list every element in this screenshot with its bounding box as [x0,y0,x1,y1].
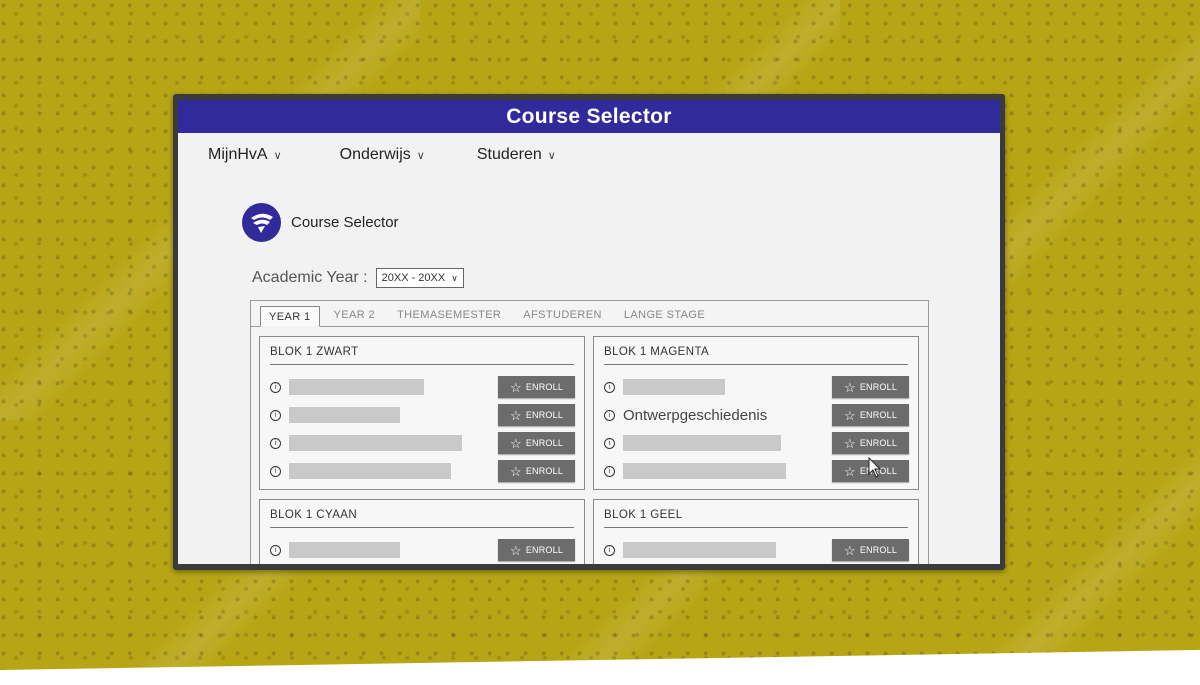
blok-title: BLOK 1 CYAAN [270,509,574,528]
monitor-frame: Course Selector MijnHvA ∨ Onderwijs ∨ St… [173,94,1005,570]
academic-year-select[interactable]: 20XX - 20XX ∨ [375,268,464,288]
mouse-pointer-icon [868,457,882,478]
chevron-down-icon: ∨ [273,149,282,162]
enroll-button[interactable]: ☆ ENROLL [498,404,575,426]
course-row: i ☆ ENROLL [270,376,575,398]
year-tabs: YEAR 1 YEAR 2 THEMASEMESTER AFSTUDEREN L… [251,301,928,327]
tab-afstuderen[interactable]: AFSTUDEREN [515,305,610,326]
nav-item-label: Onderwijs [339,146,411,163]
star-icon: ☆ [843,379,856,395]
blok-card-geel: BLOK 1 GEEL i ☆ ENROLL [593,499,919,564]
course-name-placeholder [289,379,424,395]
star-icon: ☆ [843,407,856,423]
info-icon[interactable]: i [270,465,281,477]
blok-title: BLOK 1 ZWART [270,346,574,365]
course-name-placeholder [623,542,776,558]
course-name-placeholder [289,542,400,558]
blok-card-zwart: BLOK 1 ZWART i ☆ ENROLL i ☆ ENROLL i ☆ ENRO… [259,336,585,490]
enroll-button[interactable]: ☆ ENROLL [498,432,575,454]
enroll-label: ENROLL [525,410,564,420]
blok-title: BLOK 1 MAGENTA [604,346,908,365]
info-icon[interactable]: i [604,465,615,477]
enroll-label: ENROLL [525,382,564,392]
chevron-down-icon: ∨ [547,149,556,162]
nav-item-studeren[interactable]: Studeren ∨ [477,146,556,164]
course-name-placeholder [623,379,725,395]
enroll-button[interactable]: ☆ ENROLL [498,460,575,482]
brand-header: Course Selector [242,203,399,242]
tab-lange-stage[interactable]: LANGE STAGE [616,305,713,326]
course-row: i ☆ ENROLL [604,539,909,561]
enroll-label: ENROLL [525,438,564,448]
course-name-placeholder [289,435,462,451]
tab-year-2[interactable]: YEAR 2 [326,305,384,326]
enroll-label: ENROLL [859,438,898,448]
info-icon[interactable]: i [270,437,281,449]
course-name-placeholder [623,435,781,451]
window-title: Course Selector [506,104,672,128]
enroll-button[interactable]: ☆ ENROLL [498,376,575,398]
info-icon[interactable]: i [270,381,281,393]
enroll-label: ENROLL [859,382,898,392]
enroll-label: ENROLL [525,545,564,555]
nav-item-label: MijnHvA [208,146,268,163]
star-icon: ☆ [509,463,522,479]
info-icon[interactable]: i [604,437,615,449]
course-row: i ☆ ENROLL [270,404,575,426]
academic-year-value: 20XX - 20XX [381,272,446,284]
course-name[interactable]: Ontwerpgeschiedenis [623,407,767,424]
star-icon: ☆ [509,379,522,395]
enroll-button[interactable]: ☆ ENROLL [832,376,909,398]
chevron-down-icon: ∨ [451,272,458,283]
enroll-label: ENROLL [525,466,564,476]
course-row: i ☆ ENROLL [270,432,575,454]
nav-item-onderwijs[interactable]: Onderwijs ∨ [340,146,425,164]
info-icon[interactable]: i [604,381,615,393]
chevron-down-icon: ∨ [416,149,425,162]
enroll-button[interactable]: ☆ ENROLL [498,539,575,561]
course-row: i ☆ ENROLL [604,376,909,398]
course-row: i ☆ ENROLL [604,432,909,454]
course-panel: YEAR 1 YEAR 2 THEMASEMESTER AFSTUDEREN L… [250,300,929,564]
star-icon: ☆ [509,542,522,558]
course-row: i ☆ ENROLL [604,460,909,482]
top-nav: MijnHvA ∨ Onderwijs ∨ Studeren ∨ [178,133,1000,177]
academic-year-label: Academic Year : [252,269,368,286]
course-name-placeholder [289,463,451,479]
info-icon[interactable]: i [270,409,281,421]
course-name-placeholder [623,463,786,479]
enroll-button[interactable]: ☆ ENROLL [832,432,909,454]
star-icon: ☆ [509,435,522,451]
enroll-button[interactable]: ☆ ENROLL [832,539,909,561]
blok-card-cyaan: BLOK 1 CYAAN i ☆ ENROLL [259,499,585,564]
enroll-label: ENROLL [859,545,898,555]
star-icon: ☆ [843,542,856,558]
tab-year-1[interactable]: YEAR 1 [260,306,320,327]
nav-item-mijnhva[interactable]: MijnHvA ∨ [208,146,282,164]
enroll-label: ENROLL [859,410,898,420]
enroll-button[interactable]: ☆ ENROLL [832,404,909,426]
blok-title: BLOK 1 GEEL [604,509,908,528]
page-title: Course Selector [291,214,399,231]
info-icon[interactable]: i [604,544,615,556]
star-icon: ☆ [843,435,856,451]
star-icon: ☆ [509,407,522,423]
app-screen: Course Selector MijnHvA ∨ Onderwijs ∨ St… [178,100,1000,564]
info-icon[interactable]: i [270,544,281,556]
academic-year-row: Academic Year : 20XX - 20XX ∨ [252,268,464,288]
course-row: i ☆ ENROLL [270,460,575,482]
star-icon: ☆ [843,463,856,479]
course-row: i ☆ ENROLL [270,539,575,561]
course-name-placeholder [289,407,400,423]
info-icon[interactable]: i [604,409,615,421]
title-bar: Course Selector [178,100,1000,133]
app-logo-icon [242,203,281,242]
nav-item-label: Studeren [476,146,542,163]
tab-themasemester[interactable]: THEMASEMESTER [389,305,509,326]
course-row: i Ontwerpgeschiedenis ☆ ENROLL [604,404,909,426]
